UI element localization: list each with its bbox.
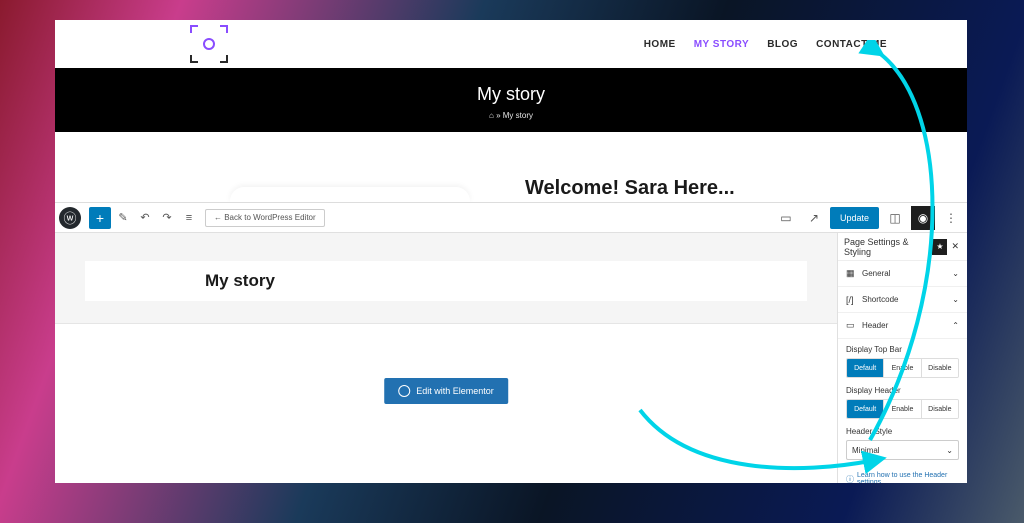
content-main: Edit with Elementor: [55, 323, 837, 483]
general-icon: ▦: [846, 268, 858, 279]
chevron-down-icon: ⌄: [946, 446, 953, 455]
outline-icon[interactable]: ≡: [179, 208, 199, 228]
hero-title: My story: [55, 84, 967, 105]
headerstyle-label: Header Style: [846, 427, 959, 436]
edit-icon[interactable]: ✎: [113, 208, 133, 228]
update-button[interactable]: Update: [830, 207, 879, 229]
headerstyle-select[interactable]: Minimal⌄: [846, 440, 959, 460]
displayheader-enable[interactable]: Enable: [883, 400, 920, 418]
redo-icon[interactable]: ↷: [157, 208, 177, 228]
home-icon[interactable]: [489, 111, 494, 120]
nav-blog[interactable]: BLOG: [767, 39, 798, 50]
oceanwp-panel-icon[interactable]: ◉: [911, 206, 935, 230]
desktop-preview-icon[interactable]: ▭: [774, 206, 798, 230]
undo-icon[interactable]: ↶: [135, 208, 155, 228]
wordpress-icon[interactable]: ⓦ: [59, 207, 81, 229]
wp-editor: ⓦ + ✎ ↶ ↷ ≡ ← Back to WordPress Editor ▭…: [55, 202, 967, 483]
topbar-enable[interactable]: Enable: [883, 359, 920, 377]
header-icon: ▭: [846, 320, 858, 331]
edit-with-elementor-button[interactable]: Edit with Elementor: [384, 378, 508, 404]
nav-contact[interactable]: CONTACT ME: [816, 39, 887, 50]
topbar-default[interactable]: Default: [847, 359, 883, 377]
star-icon[interactable]: ★: [932, 239, 947, 255]
topbar-toggle: Default Enable Disable: [846, 358, 959, 378]
back-to-wordpress-button[interactable]: ← Back to WordPress Editor: [205, 209, 325, 227]
external-link-icon[interactable]: ↗: [802, 206, 826, 230]
displayheader-toggle: Default Enable Disable: [846, 399, 959, 419]
add-block-button[interactable]: +: [89, 207, 111, 229]
settings-panel-icon[interactable]: ◫: [883, 206, 907, 230]
close-icon[interactable]: ✕: [949, 241, 961, 252]
main-nav: HOME MY STORY BLOG CONTACT ME: [644, 39, 887, 50]
panel-header[interactable]: ▭ Header⌃: [838, 313, 967, 339]
chevron-down-icon: ⌄: [952, 269, 959, 278]
content-gap: Welcome! Sara Here...: [55, 132, 967, 202]
settings-sidebar: Page Settings & Styling ★ ✕ ▦ General⌄ […: [837, 233, 967, 483]
displayheader-disable[interactable]: Disable: [921, 400, 958, 418]
site-logo[interactable]: [190, 25, 228, 63]
nav-my-story[interactable]: MY STORY: [694, 39, 750, 50]
panel-shortcode[interactable]: [/] Shortcode⌄: [838, 287, 967, 313]
more-options-icon[interactable]: ⋮: [939, 206, 963, 230]
welcome-heading: Welcome! Sara Here...: [525, 177, 735, 200]
panel-general[interactable]: ▦ General⌄: [838, 261, 967, 287]
breadcrumb-page: My story: [503, 111, 533, 120]
topbar-label: Display Top Bar: [846, 345, 959, 354]
displayheader-label: Display Header: [846, 386, 959, 395]
shortcode-icon: [/]: [846, 295, 858, 305]
chevron-down-icon: ⌄: [952, 295, 959, 304]
chevron-up-icon: ⌃: [952, 321, 959, 330]
page-hero: My story » My story: [55, 68, 967, 132]
nav-home[interactable]: HOME: [644, 39, 676, 50]
sidebar-header: Page Settings & Styling ★ ✕: [838, 233, 967, 261]
topbar-disable[interactable]: Disable: [921, 359, 958, 377]
page-title[interactable]: My story: [205, 271, 275, 291]
editor-toolbar: ⓦ + ✎ ↶ ↷ ≡ ← Back to WordPress Editor ▭…: [55, 203, 967, 233]
displayheader-default[interactable]: Default: [847, 400, 883, 418]
editor-content: My story Edit with Elementor: [55, 233, 837, 483]
decorative-pill: [230, 187, 470, 203]
learn-more-link[interactable]: Learn how to use the Header settings.: [838, 468, 967, 483]
breadcrumb: » My story: [55, 111, 967, 120]
site-header: HOME MY STORY BLOG CONTACT ME: [55, 20, 967, 68]
